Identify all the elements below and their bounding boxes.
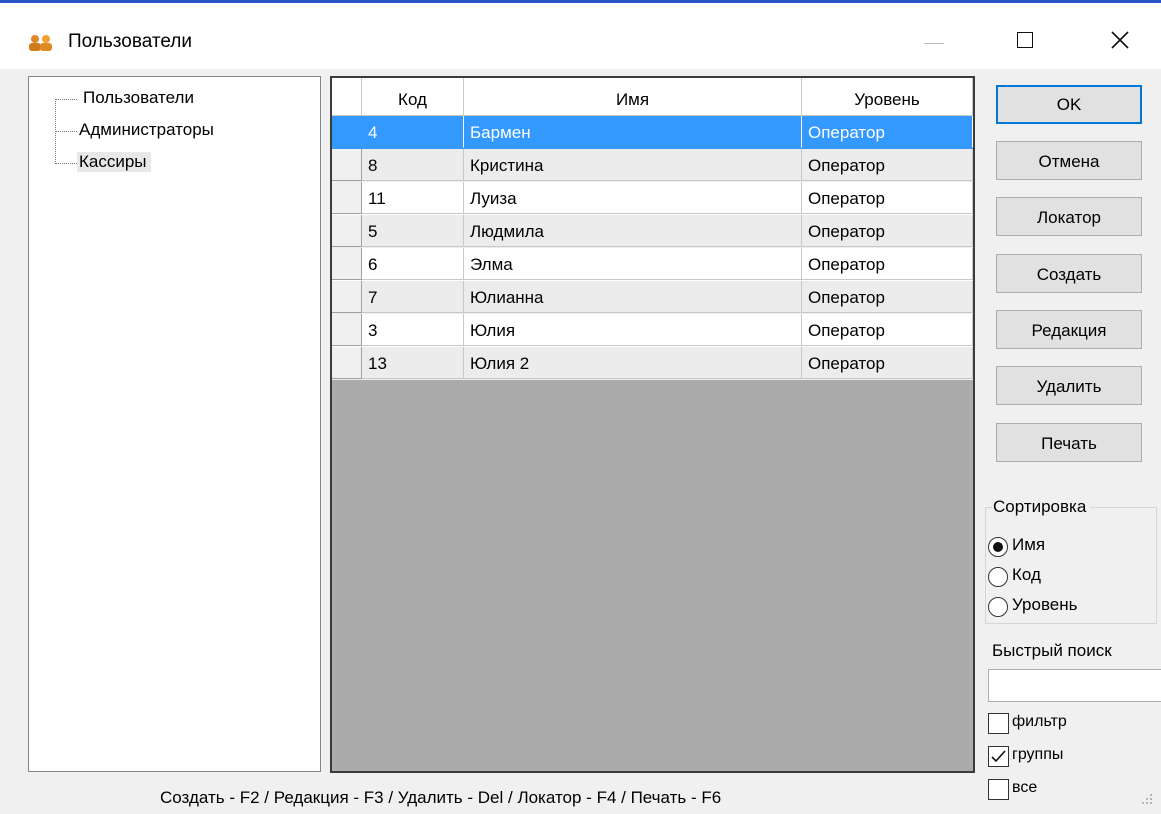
- table-row[interactable]: 4 Бармен Оператор: [332, 116, 973, 149]
- cell-name: Людмила: [464, 215, 802, 247]
- cancel-button[interactable]: Отмена: [996, 141, 1142, 180]
- row-header[interactable]: [332, 314, 362, 346]
- cell-name: Кристина: [464, 149, 802, 181]
- checkbox-label: группы: [1012, 746, 1064, 763]
- cell-code: 11: [362, 182, 464, 214]
- title-bar[interactable]: Пользователи: [0, 3, 1161, 69]
- checkbox-unchecked-icon: [988, 713, 1009, 734]
- cell-level: Оператор: [802, 347, 973, 379]
- tree-item-label: Пользователи: [83, 88, 194, 107]
- cell-name: Юлианна: [464, 281, 802, 313]
- print-button[interactable]: Печать: [996, 423, 1142, 462]
- cell-code: 13: [362, 347, 464, 379]
- tree-item-administrators[interactable]: Администраторы: [77, 120, 218, 140]
- table-row[interactable]: 3 Юлия Оператор: [332, 314, 973, 347]
- resize-grip-icon[interactable]: [1134, 786, 1156, 808]
- checkbox-label: фильтр: [1012, 713, 1067, 730]
- table-row[interactable]: 11 Луиза Оператор: [332, 182, 973, 215]
- tree-item-cashiers[interactable]: Кассиры: [77, 152, 151, 172]
- tree-connector-line: [55, 131, 77, 132]
- cell-level: Оператор: [802, 281, 973, 313]
- tree-item-label: Кассиры: [77, 152, 151, 172]
- row-header[interactable]: [332, 116, 362, 148]
- delete-button[interactable]: Удалить: [996, 366, 1142, 405]
- cell-code: 5: [362, 215, 464, 247]
- locator-button[interactable]: Локатор: [996, 197, 1142, 236]
- quick-search-input[interactable]: [988, 669, 1161, 702]
- row-header[interactable]: [332, 182, 362, 214]
- row-header[interactable]: [332, 149, 362, 181]
- cell-code: 8: [362, 149, 464, 181]
- radio-label: Уровень: [1012, 595, 1078, 614]
- cell-name: Бармен: [464, 116, 802, 148]
- users-grid[interactable]: Код Имя Уровень 4 Бармен Оператор 8 Крис…: [330, 76, 975, 773]
- maximize-icon[interactable]: [996, 19, 1056, 65]
- row-header[interactable]: [332, 281, 362, 313]
- cell-code: 7: [362, 281, 464, 313]
- cell-level: Оператор: [802, 248, 973, 280]
- cell-name: Юлия: [464, 314, 802, 346]
- cell-name: Юлия 2: [464, 347, 802, 379]
- close-icon[interactable]: [1090, 19, 1150, 65]
- user-groups-tree[interactable]: Пользователи Администраторы Кассиры: [28, 76, 321, 772]
- radio-label: Код: [1012, 565, 1041, 584]
- hotkeys-status-bar: Создать - F2 / Редакция - F3 / Удалить -…: [160, 788, 722, 807]
- edit-button[interactable]: Редакция: [996, 310, 1142, 349]
- radio-label: Имя: [1012, 535, 1046, 554]
- minimize-icon[interactable]: [904, 19, 964, 65]
- cell-name: Луиза: [464, 182, 802, 214]
- radio-unchecked-icon: [988, 597, 1008, 617]
- create-button[interactable]: Создать: [996, 254, 1142, 293]
- table-row[interactable]: 13 Юлия 2 Оператор: [332, 347, 973, 380]
- cell-name: Элма: [464, 248, 802, 280]
- cell-level: Оператор: [802, 314, 973, 346]
- table-row[interactable]: 7 Юлианна Оператор: [332, 281, 973, 314]
- quick-search-label: Быстрый поиск: [992, 641, 1112, 660]
- cell-code: 6: [362, 248, 464, 280]
- table-row[interactable]: 5 Людмила Оператор: [332, 215, 973, 248]
- tree-item-label: Администраторы: [79, 120, 214, 139]
- table-row[interactable]: 6 Элма Оператор: [332, 248, 973, 281]
- tree-connector-line: [55, 163, 77, 164]
- ok-button[interactable]: OK: [996, 85, 1142, 124]
- cell-level: Оператор: [802, 215, 973, 247]
- row-header[interactable]: [332, 248, 362, 280]
- cell-level: Оператор: [802, 149, 973, 181]
- column-header-code[interactable]: Код: [362, 78, 464, 115]
- grid-corner-header: [332, 78, 362, 115]
- window-title: Пользователи: [68, 31, 193, 52]
- table-row[interactable]: 8 Кристина Оператор: [332, 149, 973, 182]
- checkbox-checked-icon: [988, 746, 1009, 767]
- sort-groupbox-title: Сортировка: [992, 497, 1091, 517]
- tree-item-users[interactable]: Пользователи: [81, 88, 198, 108]
- users-icon: [29, 35, 52, 51]
- checkbox-unchecked-icon: [988, 779, 1009, 800]
- radio-unchecked-icon: [988, 567, 1008, 587]
- radio-checked-icon: [988, 537, 1008, 557]
- cell-code: 3: [362, 314, 464, 346]
- column-header-level[interactable]: Уровень: [802, 78, 973, 115]
- cell-level: Оператор: [802, 182, 973, 214]
- cell-code: 4: [362, 116, 464, 148]
- cell-level: Оператор: [802, 116, 973, 148]
- grid-header: Код Имя Уровень: [332, 78, 973, 116]
- column-header-name[interactable]: Имя: [464, 78, 802, 115]
- row-header[interactable]: [332, 215, 362, 247]
- checkbox-label: все: [1012, 779, 1038, 796]
- tree-connector-line: [55, 99, 77, 100]
- row-header[interactable]: [332, 347, 362, 379]
